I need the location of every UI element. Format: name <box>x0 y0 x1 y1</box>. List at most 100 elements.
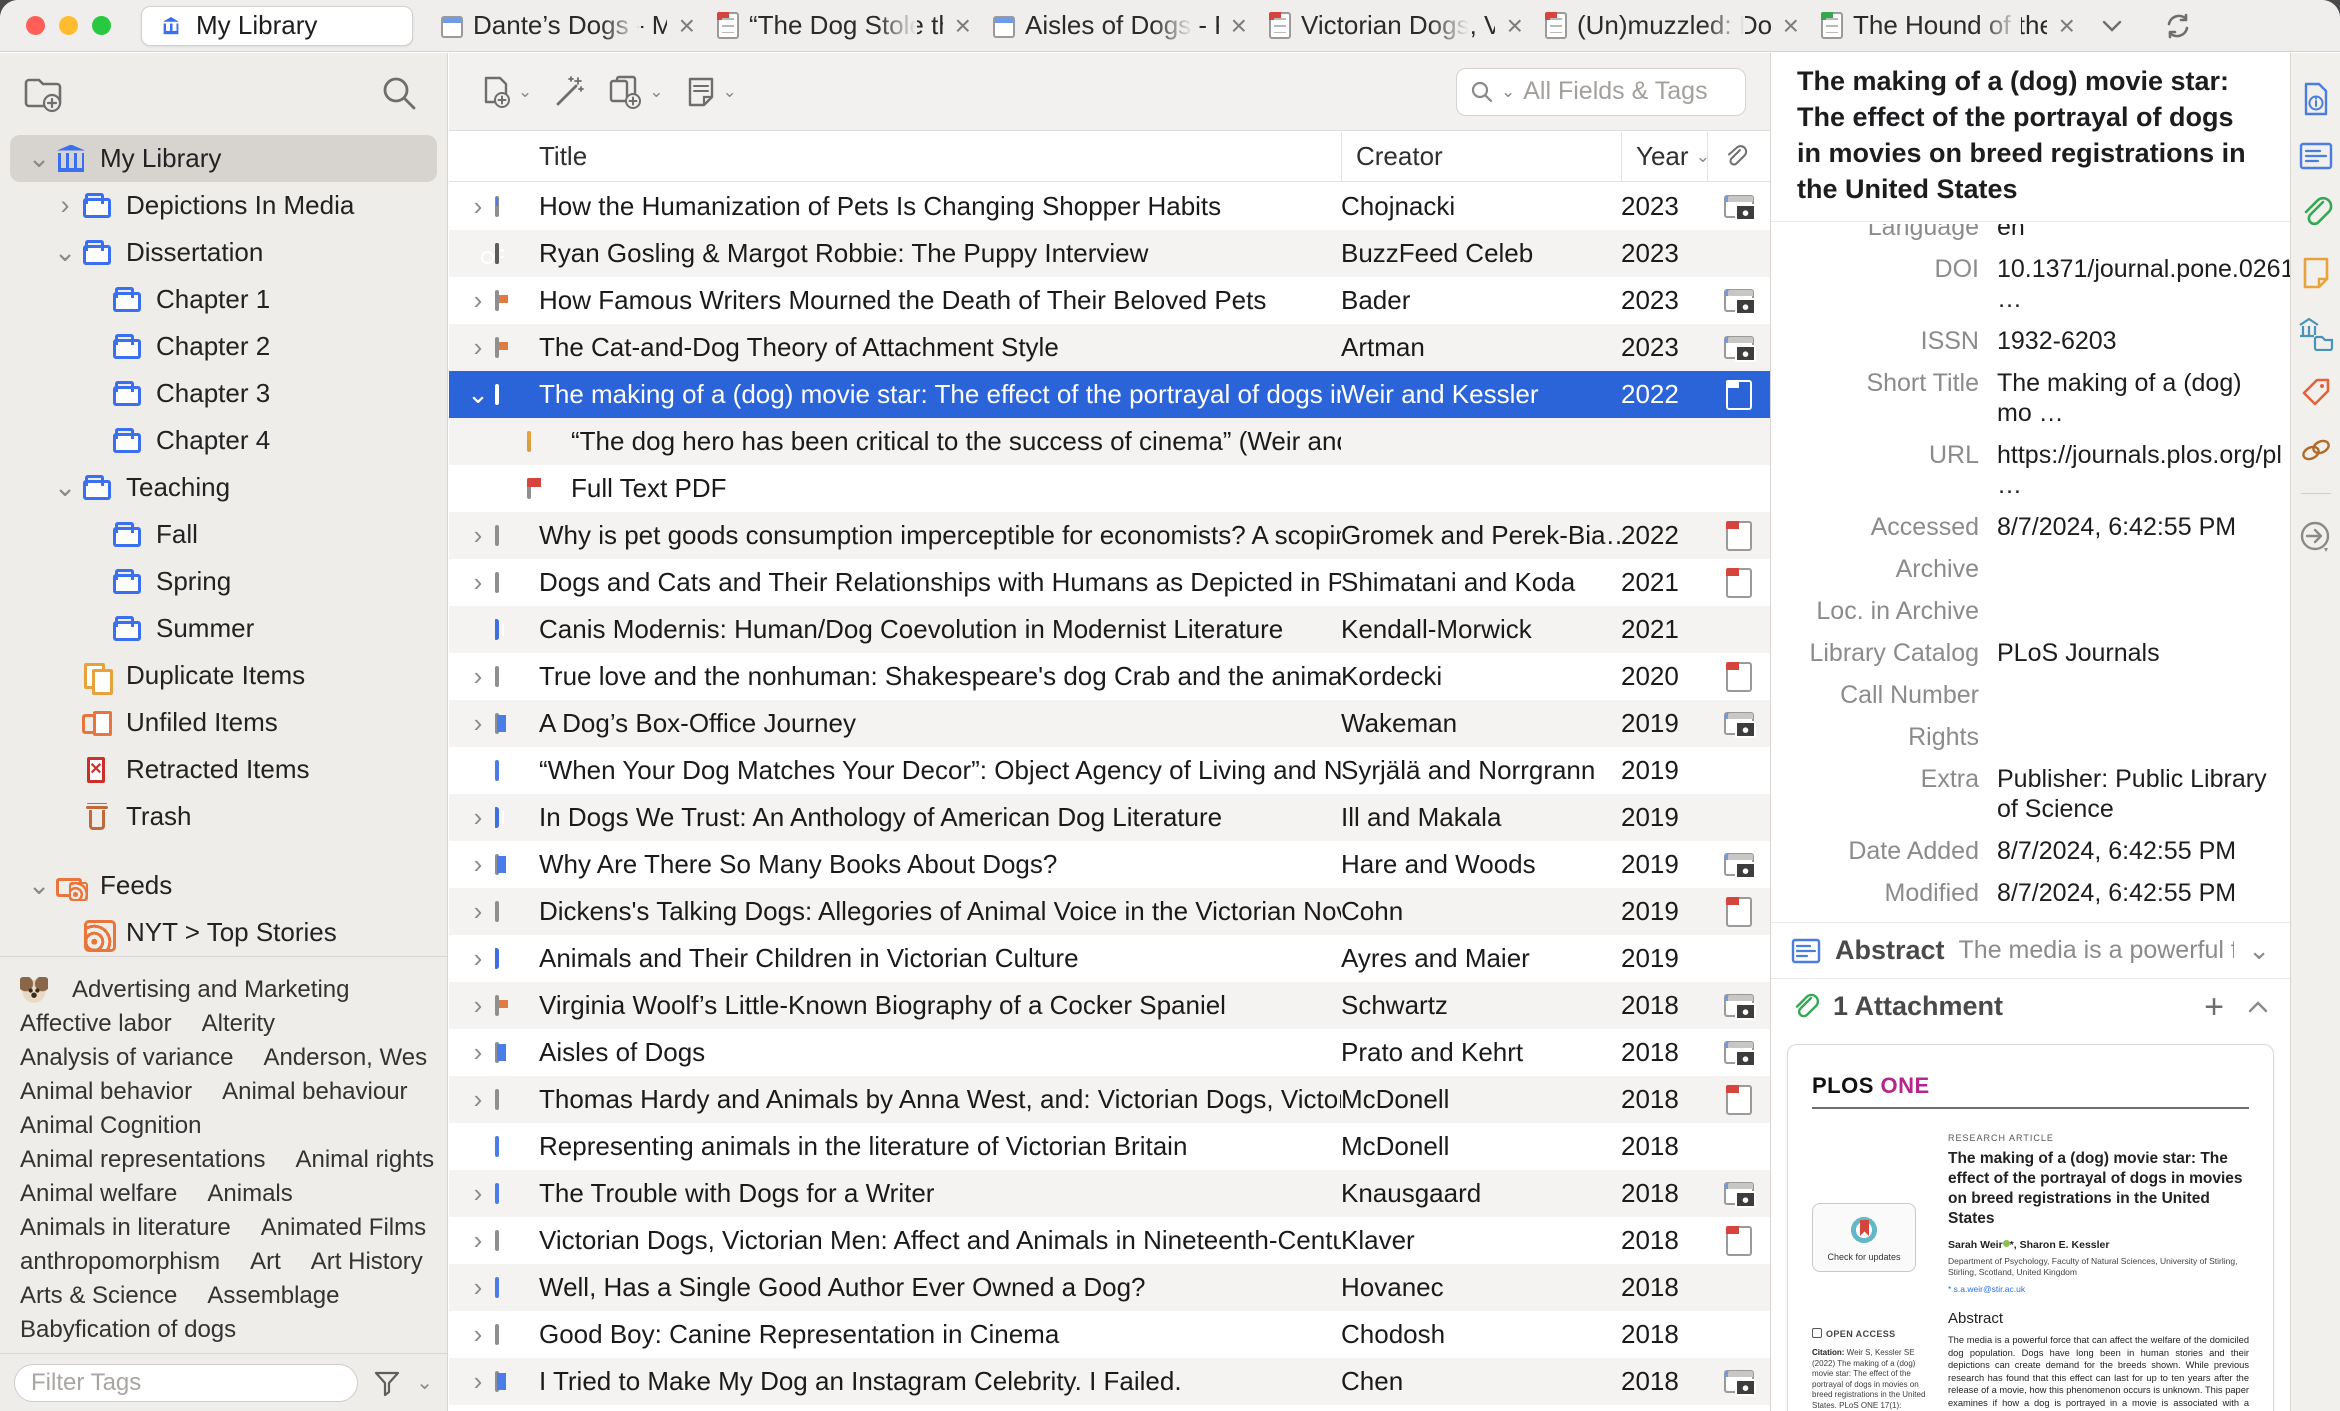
field-value[interactable]: 8/7/2024, 6:42:55 PM <box>1997 878 2270 908</box>
item-row[interactable]: ⌄ The making of a (dog) movie star: The … <box>449 371 1770 418</box>
field-value[interactable]: en <box>1997 224 2270 248</box>
collection-row[interactable]: ⌄ Feeds <box>10 862 437 909</box>
field-value[interactable]: 8/7/2024, 6:42:55 PM <box>1997 512 2270 542</box>
tag[interactable]: Art <box>250 1248 281 1276</box>
tab-close-icon[interactable]: × <box>677 11 697 40</box>
collection-row[interactable]: Chapter 2 <box>10 323 437 370</box>
collection-row[interactable]: Chapter 3 <box>10 370 437 417</box>
item-row[interactable]: › The Trouble with Dogs for a Writer Kna… <box>449 1170 1770 1217</box>
tag[interactable]: Babyfication of dogs <box>20 1316 236 1344</box>
new-collection-button[interactable] <box>22 73 68 113</box>
tag[interactable]: Assemblage <box>207 1282 339 1310</box>
tag-filter-funnel-icon[interactable] <box>372 1368 402 1398</box>
minimize-window-button[interactable] <box>59 16 78 35</box>
collection-row[interactable]: Duplicate Items <box>10 652 437 699</box>
info-tab-icon[interactable] <box>2299 81 2333 117</box>
twisty-icon[interactable]: › <box>461 1225 495 1256</box>
field-value[interactable] <box>1997 554 2270 584</box>
tab-close-icon[interactable]: × <box>1229 11 1249 40</box>
item-row[interactable]: › How the Humanization of Pets Is Changi… <box>449 183 1770 230</box>
field-value[interactable]: 1932-6203 <box>1997 326 2270 356</box>
tag[interactable]: Affective labor <box>20 1010 172 1038</box>
reader-tab[interactable]: Aisles of Dogs - Prat × <box>983 0 1259 52</box>
twisty-icon[interactable]: › <box>461 943 495 974</box>
item-row[interactable]: › Aisles of Dogs Prato and Kehrt 2018 <box>449 1029 1770 1076</box>
collection-row[interactable]: Chapter 1 <box>10 276 437 323</box>
reader-tab[interactable]: Victorian Dogs, Victo × <box>1259 0 1535 52</box>
tag[interactable]: Animal welfare <box>20 1180 177 1208</box>
zoom-window-button[interactable] <box>92 16 111 35</box>
tag[interactable]: Advertising and Marketing <box>72 976 349 1004</box>
twisty-icon[interactable]: › <box>50 190 80 221</box>
field-value[interactable]: PLoS Journals <box>1997 638 2270 668</box>
attachments-tab-icon[interactable] <box>2299 195 2333 231</box>
tab-close-icon[interactable]: × <box>1505 11 1525 40</box>
tag[interactable]: Anderson, Wes <box>263 1044 427 1072</box>
item-row[interactable]: Representing animals in the literature o… <box>449 1123 1770 1170</box>
twisty-icon[interactable]: › <box>461 896 495 927</box>
item-row[interactable]: › True love and the nonhuman: Shakespear… <box>449 653 1770 700</box>
item-row[interactable]: › Victorian Dogs, Victorian Men: Affect … <box>449 1217 1770 1264</box>
item-row[interactable]: Full Text PDF <box>449 465 1770 512</box>
twisty-icon[interactable]: › <box>461 1084 495 1115</box>
close-window-button[interactable] <box>26 16 45 35</box>
twisty-icon[interactable]: ⌄ <box>50 237 80 268</box>
reader-tab[interactable]: (Un)muzzled: Dogs i × <box>1535 0 1811 52</box>
column-attachment[interactable] <box>1707 132 1770 181</box>
field-value[interactable] <box>1997 596 2270 626</box>
tag[interactable]: anthropomorphism <box>20 1248 220 1276</box>
collection-row[interactable]: Summer <box>10 605 437 652</box>
twisty-icon[interactable]: › <box>461 849 495 880</box>
collection-row[interactable]: Unfiled Items <box>10 699 437 746</box>
field-value[interactable] <box>1997 680 2270 710</box>
tab-close-icon[interactable]: × <box>2057 11 2077 40</box>
field-value[interactable] <box>1997 722 2270 752</box>
item-row[interactable]: › Thomas Hardy and Animals by Anna West,… <box>449 1076 1770 1123</box>
new-note-button[interactable]: ⌄ <box>678 68 743 116</box>
twisty-icon[interactable]: ⌄ <box>24 870 54 901</box>
tag[interactable]: Arts & Science <box>20 1282 177 1310</box>
column-year[interactable]: Year ⌄ <box>1621 132 1710 181</box>
item-row[interactable]: › Dickens's Talking Dogs: Allegories of … <box>449 888 1770 935</box>
tag[interactable]: Animal rights <box>295 1146 434 1174</box>
twisty-icon[interactable]: › <box>461 285 495 316</box>
item-row[interactable]: Ryan Gosling & Margot Robbie: The Puppy … <box>449 230 1770 277</box>
twisty-icon[interactable]: › <box>461 1272 495 1303</box>
tag[interactable]: Animal behaviour <box>222 1078 407 1106</box>
collection-row[interactable]: Retracted Items <box>10 746 437 793</box>
tab-close-icon[interactable]: × <box>1781 11 1801 40</box>
item-row[interactable]: Canis Modernis: Human/Dog Coevolution in… <box>449 606 1770 653</box>
twisty-icon[interactable]: › <box>461 520 495 551</box>
abstract-tab-icon[interactable] <box>2298 141 2334 171</box>
collection-row[interactable]: ⌄ Dissertation <box>10 229 437 276</box>
collection-row[interactable]: › Depictions In Media <box>10 182 437 229</box>
notes-tab-icon[interactable] <box>2299 255 2333 291</box>
tag[interactable]: Animated Films <box>261 1214 426 1242</box>
item-row[interactable]: › Animals and Their Children in Victoria… <box>449 935 1770 982</box>
twisty-icon[interactable]: › <box>461 1319 495 1350</box>
tags-tab-icon[interactable] <box>2298 375 2334 411</box>
item-row[interactable]: › Good Boy: Canine Representation in Cin… <box>449 1311 1770 1358</box>
related-tab-icon[interactable] <box>2297 435 2335 465</box>
abstract-section-header[interactable]: Abstract The media is a powerful forc… ⌄ <box>1771 922 2290 978</box>
twisty-icon[interactable]: › <box>461 1366 495 1397</box>
filter-tags-input[interactable] <box>14 1363 359 1402</box>
twisty-icon[interactable]: › <box>461 1037 495 1068</box>
collection-row[interactable]: ⌄ My Library <box>10 135 437 182</box>
items-search-field[interactable]: ⌄ <box>1456 67 1746 116</box>
twisty-icon[interactable]: › <box>461 802 495 833</box>
item-row[interactable]: › Virginia Woolf’s Little-Known Biograph… <box>449 982 1770 1029</box>
twisty-icon[interactable]: ⌄ <box>50 472 80 503</box>
item-row[interactable]: › The Cat-and-Dog Theory of Attachment S… <box>449 324 1770 371</box>
collection-row[interactable]: Fall <box>10 511 437 558</box>
reader-tab[interactable]: Dante’s Dogs - Mang × <box>431 0 707 52</box>
tag[interactable]: Animals <box>207 1180 292 1208</box>
new-attachment-button[interactable]: ⌄ <box>600 68 669 116</box>
column-title[interactable]: Title <box>539 132 1341 181</box>
locate-tab-icon[interactable] <box>2297 518 2335 556</box>
add-attachment-button[interactable]: + <box>2204 990 2224 1024</box>
item-row[interactable]: › Well, Has a Single Good Author Ever Ow… <box>449 1264 1770 1311</box>
item-row[interactable]: › In Dogs We Trust: An Anthology of Amer… <box>449 794 1770 841</box>
collection-row[interactable]: ⌄ Teaching <box>10 464 437 511</box>
chevron-down-icon[interactable]: ⌄ <box>2248 935 2270 966</box>
